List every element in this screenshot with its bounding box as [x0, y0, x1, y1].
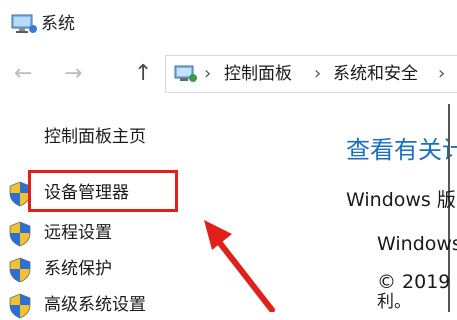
title-bar: 系统: [0, 0, 457, 48]
breadcrumb-system-security[interactable]: 系统和安全: [333, 62, 418, 86]
highlight-box: [28, 170, 178, 212]
forward-arrow-icon[interactable]: →: [64, 60, 82, 88]
control-panel-icon: [174, 65, 197, 82]
breadcrumb-chevron-icon[interactable]: ›: [204, 62, 211, 86]
back-arrow-icon[interactable]: ←: [14, 60, 32, 88]
sidebar-item-label: 远程设置: [44, 223, 112, 243]
red-arrow-annotation: [204, 220, 275, 312]
window-title: 系统: [41, 14, 75, 34]
shield-icon: [9, 221, 31, 247]
shield-icon: [9, 293, 31, 319]
shield-icon: [9, 257, 31, 283]
system-computer-icon: [11, 14, 37, 33]
breadcrumb-chevron-icon[interactable]: ›: [438, 62, 445, 86]
edition-label: Windows 版: [346, 189, 456, 211]
sidebar-item-label: 高级系统设置: [44, 295, 146, 315]
up-arrow-icon[interactable]: ↑: [134, 60, 152, 88]
copyright-text-line2: 利。: [377, 292, 411, 312]
edition-value: Windows: [377, 233, 457, 255]
sidebar-item-label: 系统保护: [44, 259, 112, 279]
breadcrumb-control-panel[interactable]: 控制面板: [224, 62, 292, 86]
control-panel-home-link[interactable]: 控制面板主页: [44, 124, 146, 150]
page-heading: 查看有关计: [346, 136, 457, 164]
address-bar[interactable]: › 控制面板 › 系统和安全 ›: [165, 55, 457, 93]
breadcrumb-chevron-icon[interactable]: ›: [314, 62, 321, 86]
